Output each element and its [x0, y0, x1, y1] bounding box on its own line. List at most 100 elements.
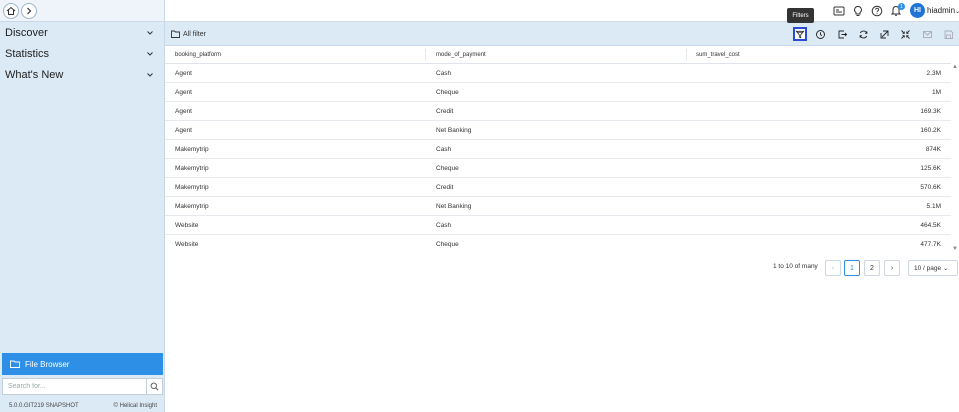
column-divider [425, 49, 426, 61]
folder-icon [10, 360, 20, 368]
prev-page-button[interactable]: ‹ [825, 260, 841, 276]
history-button[interactable] [813, 27, 827, 41]
table-cell: Credit [436, 108, 454, 115]
sidebar-item-label: Discover [5, 26, 48, 39]
table-header: booking_platform mode_of_payment sum_tra… [165, 46, 951, 64]
table-row[interactable]: Makemytrip Credit 570.6K [165, 178, 951, 197]
filter-bar: All filter [165, 22, 959, 46]
open-external-button[interactable] [877, 27, 891, 41]
table-row[interactable]: Agent Credit 169.3K [165, 102, 951, 121]
lightbulb-icon[interactable] [852, 5, 864, 17]
file-browser-label: File Browser [25, 359, 70, 369]
table-cell: 874K [925, 146, 941, 153]
table-row[interactable]: Website Cheque 477.7K [165, 235, 951, 252]
save-icon [944, 30, 953, 39]
table-cell: Credit [436, 184, 454, 191]
username-label: hiadmin [927, 6, 956, 15]
mail-icon [922, 30, 932, 38]
column-header[interactable]: mode_of_payment [436, 52, 486, 63]
column-divider [686, 49, 687, 61]
table-cell: Agent [175, 127, 192, 134]
chevron-down-icon [147, 51, 153, 56]
table-row[interactable]: Agent Cheque 1M [165, 83, 951, 102]
table-cell: Agent [175, 89, 192, 96]
table-cell: Cheque [436, 89, 459, 96]
sidebar-item-discover[interactable]: Discover [0, 22, 164, 43]
all-filter[interactable]: All filter [171, 30, 206, 38]
table-row[interactable]: Website Cash 464.5K [165, 216, 951, 235]
table-cell: 464.5K [920, 222, 941, 229]
column-header[interactable]: sum_travel_cost [696, 52, 740, 63]
avatar[interactable]: HI [910, 3, 925, 18]
table-cell: Cash [436, 222, 452, 229]
column-header[interactable]: booking_platform [175, 52, 221, 63]
sidebar-top [0, 0, 164, 22]
chevron-right-icon: › [890, 264, 894, 272]
table-cell: Cheque [436, 165, 459, 172]
page-2-button[interactable]: 2 [864, 260, 880, 276]
export-icon [838, 30, 847, 38]
table-scrollbar[interactable]: ▲ ▼ [951, 64, 959, 252]
data-table: booking_platform mode_of_payment sum_tra… [165, 46, 959, 252]
table-cell: 5.1M [926, 203, 941, 210]
chevron-down-icon [147, 30, 153, 35]
external-link-icon [880, 30, 888, 38]
history-icon [815, 29, 825, 39]
sidebar-item-whats-new[interactable]: What's New [0, 64, 164, 85]
sidebar-search [2, 378, 163, 395]
page-size-select[interactable]: 10 / page ⌄ [908, 260, 958, 276]
chevron-down-icon [147, 72, 153, 77]
table-row[interactable]: Agent Cash 2.3M [165, 64, 951, 83]
table-cell: 169.3K [920, 108, 941, 115]
page-1-button[interactable]: 1 [844, 260, 860, 276]
table-cell: Makemytrip [175, 165, 209, 172]
refresh-button[interactable] [856, 27, 870, 41]
export-button[interactable] [835, 27, 849, 41]
sidebar-item-label: What's New [5, 68, 64, 81]
file-browser-button[interactable]: File Browser [2, 353, 163, 375]
folder-icon [171, 30, 180, 38]
username-dropdown[interactable]: hiadmin⌄ [927, 6, 959, 15]
dashboard-icon[interactable] [833, 5, 845, 17]
sidebar: Discover Statistics What's New File Brow… [0, 0, 165, 412]
chevron-right-icon [27, 7, 32, 14]
expand-button[interactable] [21, 2, 37, 19]
email-button[interactable] [920, 27, 934, 41]
chevron-left-icon: ‹ [831, 264, 835, 272]
table-cell: Cash [436, 70, 452, 77]
table-cell: 125.6K [920, 165, 941, 172]
collapse-icon [900, 29, 910, 39]
table-cell: 1M [931, 89, 941, 96]
version-text: 5.0.0.GIT219 SNAPSHOT [9, 403, 79, 409]
fullscreen-button[interactable] [898, 27, 912, 41]
filters-button[interactable] [793, 27, 807, 41]
search-button[interactable] [146, 379, 162, 394]
refresh-icon [859, 30, 867, 38]
search-icon [150, 382, 159, 391]
save-button[interactable] [941, 27, 955, 41]
sidebar-menu: Discover Statistics What's New [0, 22, 164, 85]
home-icon [6, 6, 16, 15]
table-row[interactable]: Agent Net Banking 160.2K [165, 121, 951, 140]
filters-tooltip: Filters [787, 8, 814, 23]
sidebar-footer: 5.0.0.GIT219 SNAPSHOT © Helical Insight [0, 400, 165, 412]
table-cell: Website [175, 222, 199, 229]
table-row[interactable]: Makemytrip Cash 874K [165, 140, 951, 159]
table-cell: 477.7K [920, 241, 941, 248]
scroll-down-icon[interactable]: ▼ [952, 246, 958, 252]
help-icon[interactable] [871, 5, 883, 17]
top-bar: 1 HI hiadmin⌄ [165, 0, 959, 22]
table-row[interactable]: Makemytrip Cheque 125.6K [165, 159, 951, 178]
table-row[interactable]: Makemytrip Net Banking 5.1M [165, 197, 951, 216]
table-cell: Makemytrip [175, 184, 209, 191]
search-input[interactable] [3, 379, 146, 394]
pagination-info: 1 to 10 of many [773, 263, 818, 270]
sidebar-item-statistics[interactable]: Statistics [0, 43, 164, 64]
brand-text: © Helical Insight [113, 403, 157, 409]
table-cell: 160.2K [920, 127, 941, 134]
scroll-up-icon[interactable]: ▲ [952, 64, 958, 70]
filter-icon [795, 30, 805, 38]
next-page-button[interactable]: › [884, 260, 900, 276]
home-button[interactable] [3, 2, 19, 19]
notification-badge: 1 [898, 3, 905, 10]
